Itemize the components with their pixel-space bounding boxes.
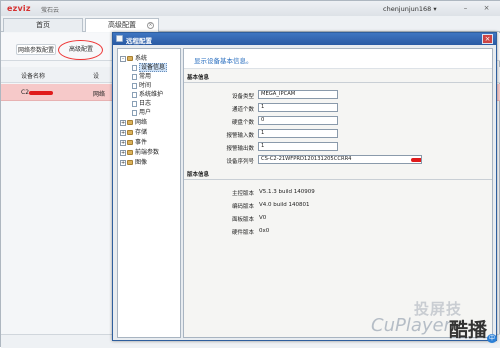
device-type-field[interactable]: MEGA_IPCAM (258, 90, 338, 99)
tree-item-label: 网络 (135, 119, 148, 126)
document-icon (132, 82, 137, 89)
panel-version-label: 面板版本 (231, 217, 254, 223)
tree-item-network[interactable]: + 网络 (120, 117, 147, 126)
document-icon (132, 73, 137, 80)
app-logo: ezviz (7, 4, 31, 13)
document-icon (132, 64, 137, 71)
hint-text: 显示设备基本信息。 (194, 57, 253, 65)
cuplayer-watermark: 投屏技 CuPlayer 酷播 中 (371, 298, 499, 344)
expand-icon[interactable]: + (120, 149, 126, 156)
tab-home[interactable]: 首页 (3, 18, 83, 32)
encoder-version-value: V4.0 build 140801 (259, 202, 310, 208)
user-account-menu[interactable]: chenjunjun168 ▾ (383, 5, 437, 13)
disk-count-label: 硬盘个数 (231, 120, 254, 126)
tree-item-label: 用户 (139, 109, 152, 116)
expand-icon[interactable]: + (120, 159, 126, 166)
document-icon (132, 91, 137, 98)
tab-advanced-config-label: 高级配置 (108, 21, 136, 29)
column-device-name: 设备名称 (21, 73, 46, 80)
main-version-value: V5.1.3 build 140909 (259, 189, 315, 195)
tree-item-label: 存储 (135, 129, 148, 136)
encoder-version-label: 编码版本 (231, 204, 254, 210)
divider (184, 82, 492, 83)
close-tab-icon[interactable]: × (147, 22, 154, 29)
watermark-cn-big: 酷播 (449, 319, 488, 341)
tree-item-event[interactable]: + 事件 (120, 137, 147, 146)
config-panel: 显示设备基本信息。 基本信息 设备类型 MEGA_IPCAM 通道个数 1 硬盘… (183, 48, 493, 338)
document-icon (132, 100, 137, 107)
tree-item-image[interactable]: + 图像 (120, 157, 147, 166)
divider (184, 179, 492, 180)
main-tabbar: 首页 高级配置 × (1, 16, 500, 32)
highlight-ring (58, 40, 103, 60)
panel-version-value: V0 (259, 215, 267, 221)
folder-icon (127, 140, 133, 145)
tree-item-frontend-params[interactable]: + 前端参数 (120, 147, 159, 156)
folder-icon (127, 150, 133, 155)
tree-item-time[interactable]: 时间 (132, 80, 151, 89)
close-app-button[interactable]: × (482, 4, 491, 13)
main-version-label: 主控版本 (231, 191, 254, 197)
tree-item-maintenance[interactable]: 系统维护 (132, 89, 163, 98)
alarm-output-field[interactable]: 1 (258, 142, 338, 151)
tree-item-label: 系统 (135, 55, 148, 62)
folder-icon (127, 160, 133, 165)
folder-icon (127, 56, 133, 61)
watermark-en: CuPlayer (371, 315, 451, 336)
tree-item-system[interactable]: - 系统 (120, 53, 147, 62)
dialog-title-bar[interactable]: 远程配置 × (113, 33, 496, 45)
device-type-label: 设备类型 (231, 94, 254, 100)
folder-icon (127, 130, 133, 135)
expand-icon[interactable]: + (120, 129, 126, 136)
tree-item-label: 系统维护 (139, 91, 164, 98)
tree-item-label: 常用 (139, 73, 152, 80)
dialog-close-button[interactable]: × (482, 34, 493, 44)
tree-item-device-info[interactable]: 设备信息 (132, 62, 168, 72)
minimize-button[interactable]: – (461, 4, 470, 13)
tree-item-user[interactable]: 用户 (132, 107, 151, 116)
hint-bar: 显示设备基本信息。 (184, 49, 492, 69)
redaction-mark (411, 158, 421, 162)
alarm-input-label: 报警输入数 (226, 133, 254, 139)
device-name-cell: C2 (21, 89, 30, 96)
column-second: 设 (93, 73, 100, 80)
remote-config-dialog: 远程配置 × - 系统 设备信息 常用 时间 系统维护 日志 用户 + 网络 +… (112, 32, 497, 341)
alarm-input-field[interactable]: 1 (258, 129, 338, 138)
dialog-title: 远程配置 (126, 37, 152, 45)
dialog-app-icon (116, 35, 123, 42)
hardware-version-label: 硬件版本 (231, 230, 254, 236)
expand-icon[interactable]: + (120, 139, 126, 146)
title-bar: ezviz 萤石云 chenjunjun168 ▾ – × (1, 1, 500, 16)
input-method-icon: 中 (487, 334, 497, 343)
network-params-button[interactable]: 网络参数配置 (16, 44, 56, 55)
tree-item-label: 日志 (139, 100, 152, 107)
app-logo-cn: 萤石云 (41, 7, 60, 14)
hardware-version-value: 0x0 (259, 228, 270, 234)
app-window: ezviz 萤石云 chenjunjun168 ▾ – × 首页 高级配置 × … (0, 0, 500, 348)
serial-number-label: 设备序列号 (226, 159, 254, 165)
tab-advanced-config[interactable]: 高级配置 × (85, 18, 159, 32)
alarm-output-label: 报警输出数 (226, 146, 254, 152)
device-network-cell: 网络 (93, 91, 106, 98)
version-info-heading: 版本信息 (187, 172, 210, 178)
redaction-mark (29, 91, 53, 95)
disk-count-field[interactable]: 0 (258, 116, 338, 125)
tree-item-storage[interactable]: + 存储 (120, 127, 147, 136)
tree-item-label: 前端参数 (135, 149, 160, 156)
expand-icon[interactable]: + (120, 119, 126, 126)
basic-info-heading: 基本信息 (187, 75, 210, 81)
tree-item-label: 事件 (135, 139, 148, 146)
channel-count-label: 通道个数 (231, 107, 254, 113)
tree-item-label: 图像 (135, 159, 148, 166)
serial-number-value: CS-C2-21WFPRD120131205CCRR4 (261, 156, 352, 162)
folder-icon (127, 120, 133, 125)
tree-item-common[interactable]: 常用 (132, 71, 151, 80)
document-icon (132, 109, 137, 116)
channel-count-field[interactable]: 1 (258, 103, 338, 112)
tree-item-log[interactable]: 日志 (132, 98, 151, 107)
tree-item-label: 时间 (139, 82, 152, 89)
serial-number-field[interactable]: CS-C2-21WFPRD120131205CCRR4 (258, 155, 422, 164)
collapse-icon[interactable]: - (120, 55, 126, 62)
